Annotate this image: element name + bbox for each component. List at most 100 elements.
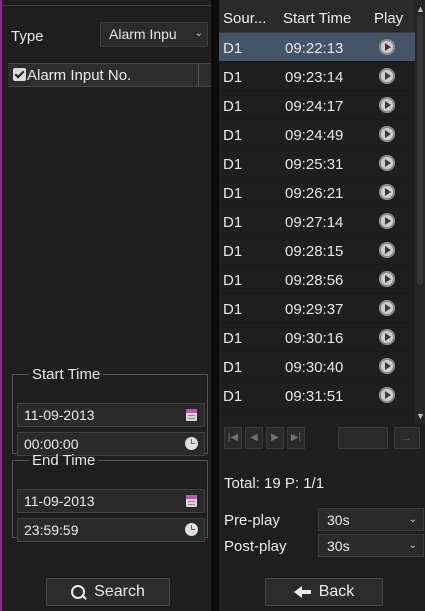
page-number-input[interactable] — [338, 427, 388, 449]
play-icon[interactable] — [379, 242, 395, 258]
postplay-label: Post-play — [224, 538, 287, 555]
row-start-time: 09:23:14 — [285, 69, 344, 86]
search-panel: Type Alarm Inpu ⌄ Alarm Input No. Start … — [0, 0, 211, 611]
end-time-field[interactable]: 23:59:59 — [17, 518, 205, 542]
chevron-down-icon: ⌄ — [194, 28, 203, 39]
table-row[interactable]: D1 09:26:21 — [219, 178, 415, 207]
table-row[interactable]: D1 09:31:51 — [219, 381, 415, 410]
end-date-value: 11-09-2013 — [24, 493, 95, 509]
row-start-time: 09:22:13 — [285, 40, 344, 57]
row-source: D1 — [223, 40, 243, 57]
row-source: D1 — [223, 243, 243, 260]
calendar-icon[interactable] — [186, 409, 197, 421]
last-page-icon[interactable]: ▶| — [287, 427, 305, 449]
clock-icon[interactable] — [185, 437, 198, 450]
table-row[interactable]: D1 09:27:14 — [219, 207, 415, 236]
results-table: D1 09:22:13 D1 09:23:14 D1 09:24:17 D1 09:24:49… — [219, 33, 415, 410]
table-row[interactable]: D1 09:24:49 — [219, 120, 415, 149]
scroll-up-icon[interactable]: ▲ — [416, 4, 425, 14]
play-icon[interactable] — [379, 184, 395, 200]
table-row[interactable]: D1 09:28:56 — [219, 265, 415, 294]
start-time-legend: Start Time — [32, 366, 101, 383]
row-source: D1 — [223, 69, 243, 86]
scroll-down-icon[interactable]: ▼ — [416, 411, 425, 421]
back-button-label: Back — [318, 583, 355, 600]
column-divider[interactable] — [198, 64, 199, 86]
preplay-select[interactable]: 30s ⌄ — [318, 508, 424, 531]
table-row[interactable]: D1 09:25:31 — [219, 149, 415, 178]
column-header-start-time[interactable]: Start Time — [283, 10, 351, 27]
end-time-legend: End Time — [32, 452, 96, 469]
results-scrollbar[interactable]: ▲ ▼ — [415, 0, 425, 424]
row-start-time: 09:25:31 — [285, 156, 344, 173]
alarm-input-checkbox[interactable] — [13, 68, 26, 81]
column-header-source[interactable]: Sour... — [223, 10, 266, 27]
preplay-row: Pre-play 30s ⌄ — [224, 508, 424, 532]
search-button-label: Search — [94, 583, 145, 600]
postplay-select[interactable]: 30s ⌄ — [318, 534, 424, 557]
play-icon[interactable] — [379, 300, 395, 316]
play-icon[interactable] — [379, 126, 395, 142]
preplay-value: 30s — [327, 512, 350, 528]
back-button[interactable]: Back — [265, 578, 383, 606]
first-page-icon[interactable]: |◀ — [224, 427, 242, 449]
table-row[interactable]: D1 09:24:17 — [219, 91, 415, 120]
play-icon[interactable] — [379, 329, 395, 345]
start-date-field[interactable]: 11-09-2013 — [17, 403, 205, 427]
row-start-time: 09:28:15 — [285, 243, 344, 260]
row-start-time: 09:30:40 — [285, 359, 344, 376]
back-arrow-icon — [293, 586, 311, 598]
table-row[interactable]: D1 09:28:15 — [219, 236, 415, 265]
row-start-time: 09:31:51 — [285, 388, 344, 405]
play-icon[interactable] — [379, 387, 395, 403]
postplay-value: 30s — [327, 538, 350, 554]
results-table-header: Sour... Start Time Play — [219, 0, 415, 33]
alarm-input-header: Alarm Input No. — [8, 63, 211, 87]
row-source: D1 — [223, 127, 243, 144]
row-source: D1 — [223, 330, 243, 347]
table-row[interactable]: D1 09:29:37 — [219, 294, 415, 323]
end-date-field[interactable]: 11-09-2013 — [17, 489, 205, 513]
table-row[interactable]: D1 09:30:16 — [219, 323, 415, 352]
start-time-value: 00:00:00 — [24, 436, 79, 452]
end-time-group: End Time 11-09-2013 23:59:59 — [12, 452, 208, 542]
next-page-icon[interactable]: ▶ — [266, 427, 284, 449]
play-icon[interactable] — [379, 97, 395, 113]
scroll-thumb[interactable] — [417, 15, 423, 285]
table-row[interactable]: D1 09:30:40 — [219, 352, 415, 381]
row-start-time: 09:27:14 — [285, 214, 344, 231]
go-to-page-icon[interactable]: → — [394, 427, 420, 449]
chevron-down-icon: ⌄ — [408, 540, 417, 551]
type-select-value: Alarm Inpu — [109, 26, 177, 42]
row-start-time: 09:24:17 — [285, 98, 344, 115]
row-source: D1 — [223, 214, 243, 231]
search-button[interactable]: Search — [46, 578, 170, 606]
row-source: D1 — [223, 388, 243, 405]
total-summary: Total: 19 P: 1/1 — [224, 475, 325, 492]
calendar-icon[interactable] — [186, 495, 197, 507]
row-source: D1 — [223, 359, 243, 376]
clock-icon[interactable] — [185, 523, 198, 536]
play-icon[interactable] — [379, 213, 395, 229]
results-panel: Sour... Start Time Play D1 09:22:13 D1 09:2… — [219, 0, 425, 611]
row-start-time: 09:26:21 — [285, 185, 344, 202]
table-row[interactable]: D1 09:23:14 — [219, 62, 415, 91]
row-start-time: 09:24:49 — [285, 127, 344, 144]
row-start-time: 09:29:37 — [285, 301, 344, 318]
previous-page-icon[interactable]: ◀ — [245, 427, 263, 449]
play-icon[interactable] — [379, 271, 395, 287]
pagination-bar: |◀ ◀ ▶ ▶| → — [222, 425, 422, 451]
play-icon[interactable] — [379, 68, 395, 84]
end-time-value: 23:59:59 — [24, 522, 79, 538]
start-time-group: Start Time 11-09-2013 00:00:00 — [12, 366, 208, 456]
alarm-input-label: Alarm Input No. — [27, 67, 132, 84]
panel-divider — [2, 5, 211, 6]
play-icon[interactable] — [379, 155, 395, 171]
table-row[interactable]: D1 09:22:13 — [219, 33, 415, 62]
type-row: Type Alarm Inpu ⌄ — [2, 18, 211, 54]
start-date-value: 11-09-2013 — [24, 407, 95, 423]
type-select[interactable]: Alarm Inpu ⌄ — [100, 22, 208, 47]
play-icon[interactable] — [379, 39, 395, 55]
column-header-play[interactable]: Play — [374, 10, 403, 27]
play-icon[interactable] — [379, 358, 395, 374]
